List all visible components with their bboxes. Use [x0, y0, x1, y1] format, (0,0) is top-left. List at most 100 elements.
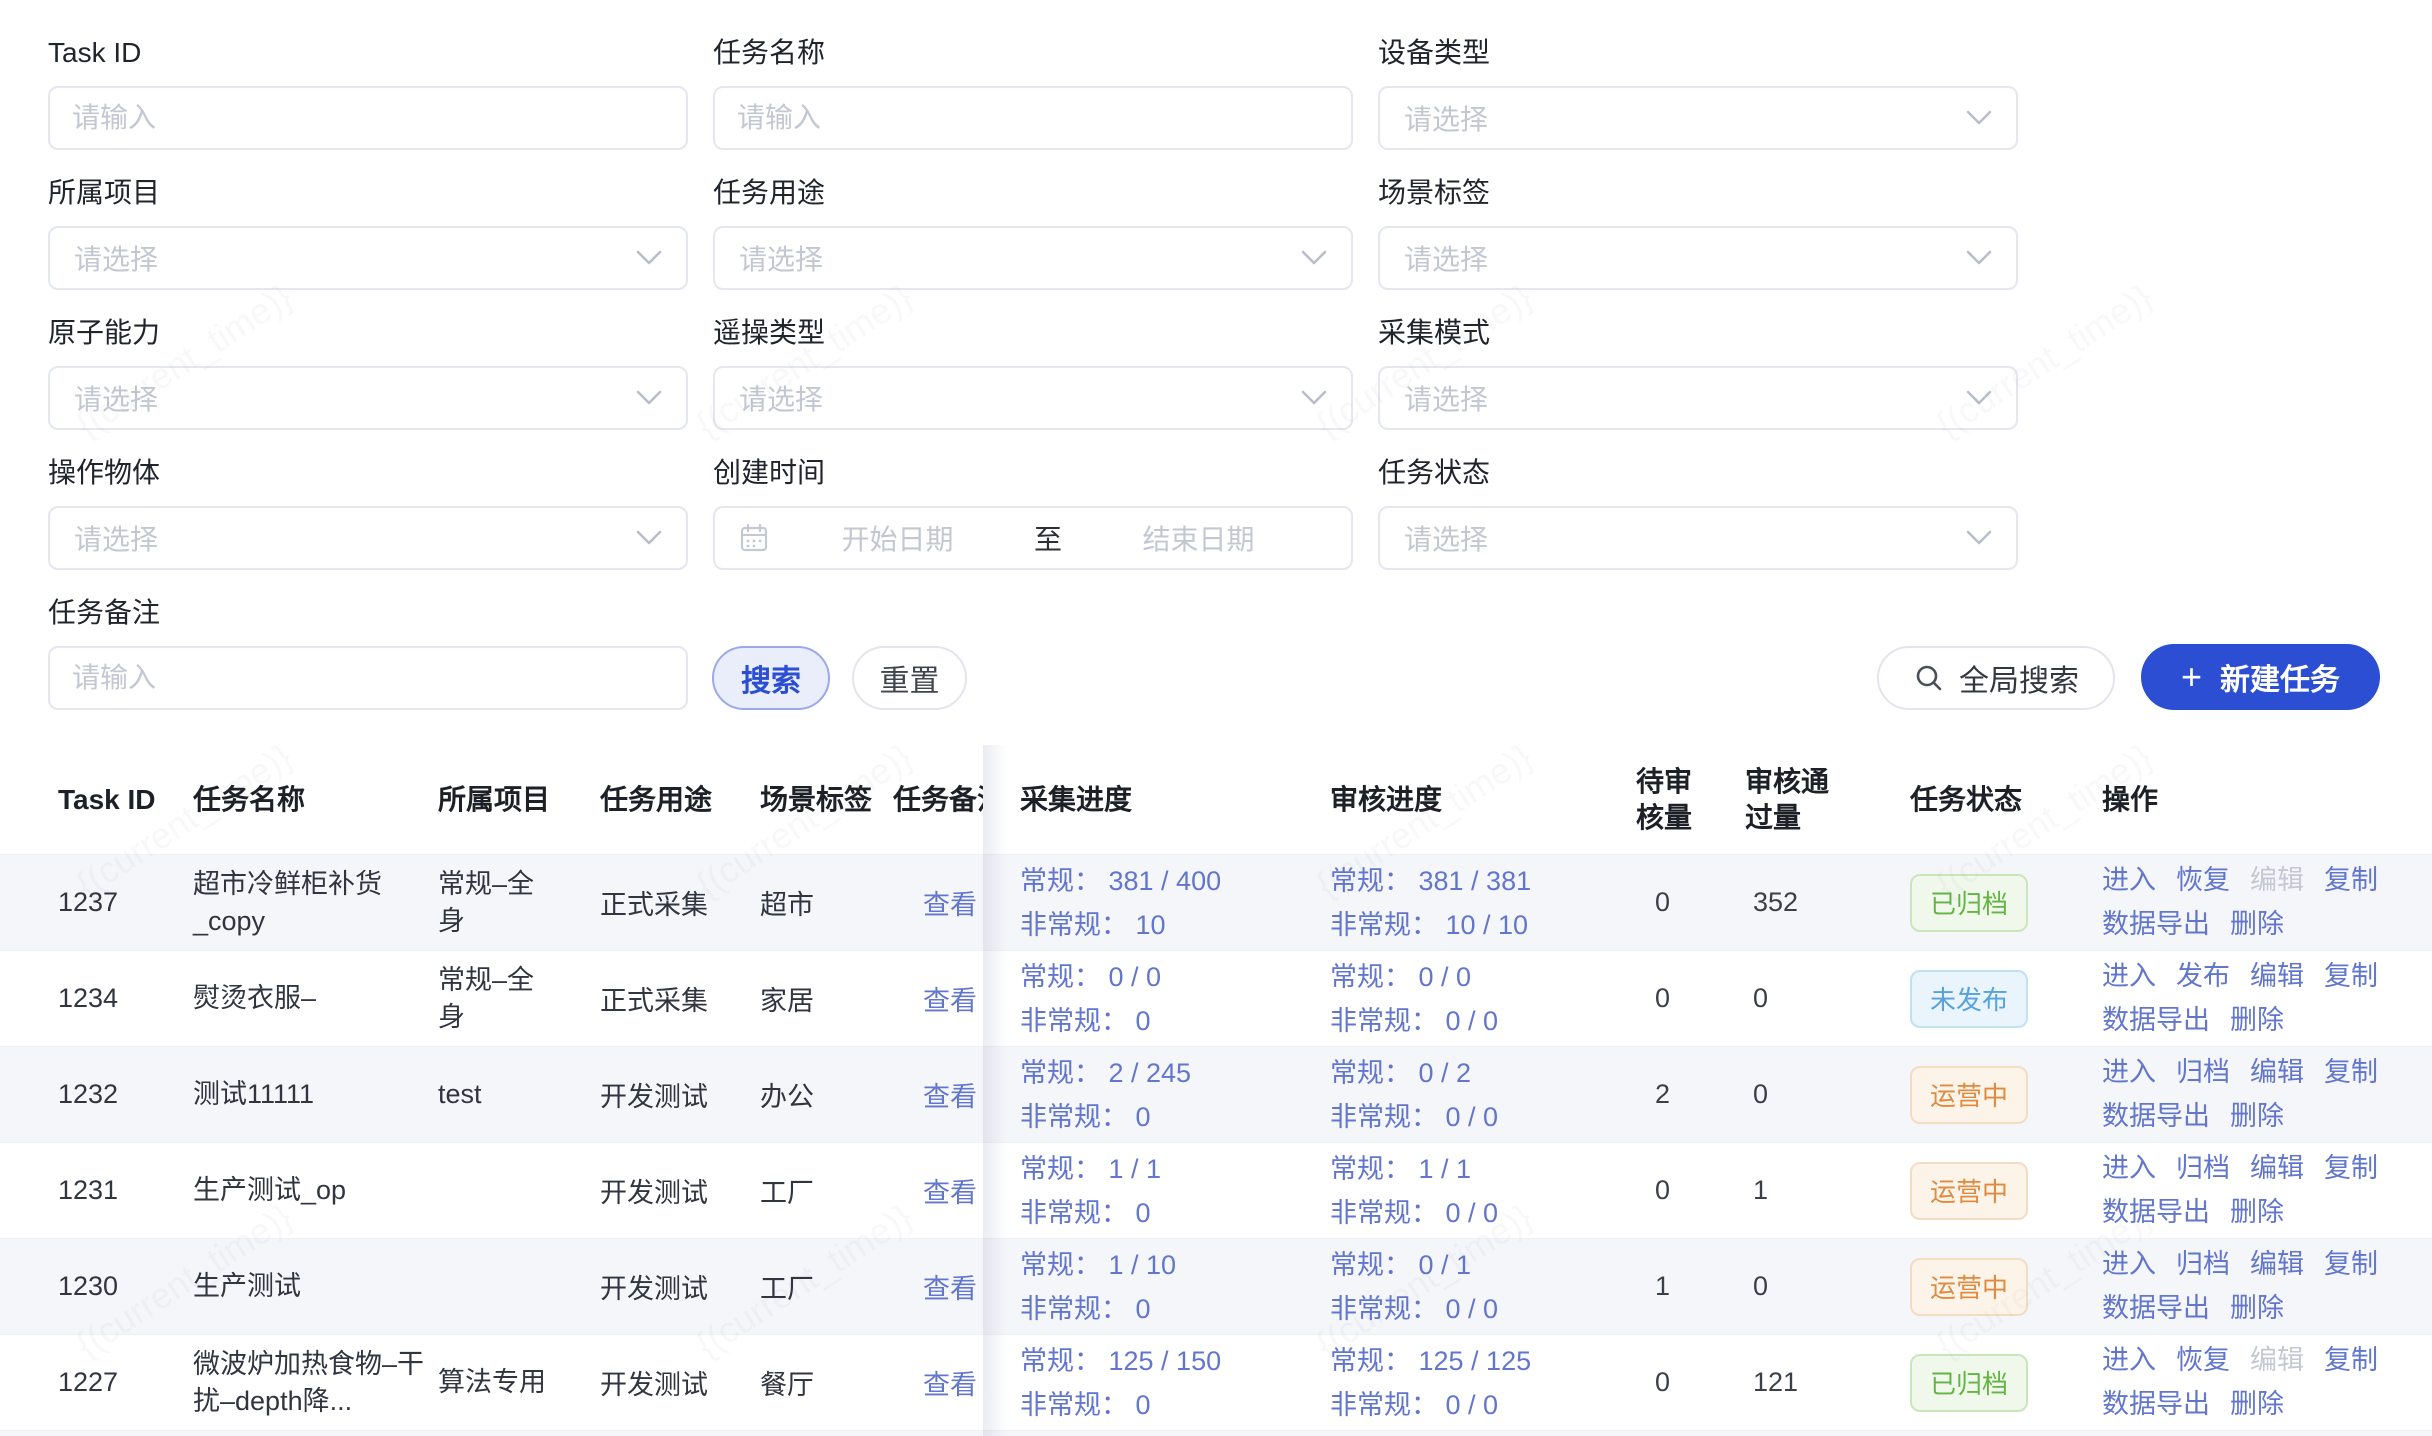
- table-row: 1230生产测试开发测试工厂查看常规： 1 / 10非常规： 0常规： 0 / …: [0, 1239, 2432, 1335]
- cell-task-id: 1231: [58, 1175, 193, 1206]
- action-link[interactable]: 删除: [2230, 1192, 2284, 1233]
- cell-pending-count: 0: [1630, 1175, 1745, 1206]
- filter-select[interactable]: 请选择: [48, 226, 688, 290]
- table-row: 1234熨烫衣服–常规–全身正式采集家居查看常规： 0 / 0非常规： 0常规：…: [0, 951, 2432, 1047]
- cell-actions: 进入恢复编辑复制数据导出删除: [2090, 1340, 2432, 1425]
- action-link[interactable]: 复制: [2324, 1340, 2378, 1381]
- action-link[interactable]: 编辑: [2250, 1244, 2304, 1285]
- cell-approved-count: 1: [1745, 1175, 1910, 1206]
- filter-select[interactable]: 请选择: [713, 366, 1353, 430]
- action-link[interactable]: 复制: [2324, 1052, 2378, 1093]
- action-link[interactable]: 进入: [2102, 860, 2156, 901]
- action-link[interactable]: 归档: [2176, 1148, 2230, 1189]
- cell-scene: 办公: [760, 1075, 893, 1114]
- view-remark-link[interactable]: 查看: [923, 986, 977, 1016]
- reset-button[interactable]: 重置: [852, 646, 967, 710]
- actions-line: 数据导出删除: [2102, 1000, 2432, 1041]
- filter-label: 任务备注: [48, 596, 688, 630]
- action-link[interactable]: 数据导出: [2102, 904, 2210, 945]
- filter-select[interactable]: 请选择: [1378, 226, 2018, 290]
- action-link[interactable]: 归档: [2176, 1244, 2230, 1285]
- cell-task-name: 熨烫衣服–: [193, 980, 438, 1017]
- action-link[interactable]: 复制: [2324, 1148, 2378, 1189]
- column-header-label: 待审核量: [1636, 764, 1696, 836]
- cell-task-id: 1232: [58, 1079, 193, 1110]
- action-link[interactable]: 删除: [2230, 904, 2284, 945]
- action-link[interactable]: 恢复: [2176, 1340, 2230, 1381]
- action-link[interactable]: 数据导出: [2102, 1384, 2210, 1425]
- action-link[interactable]: 编辑: [2250, 1148, 2304, 1189]
- status-badge: 运营中: [1910, 1162, 2028, 1220]
- column-header-3: 所属项目: [438, 782, 600, 818]
- create-task-button[interactable]: + 新建任务: [2141, 644, 2380, 710]
- view-remark-link[interactable]: 查看: [923, 1178, 977, 1208]
- filter-input[interactable]: [48, 646, 688, 710]
- cell-project: test: [438, 1076, 600, 1113]
- filter-select[interactable]: 请选择: [1378, 366, 2018, 430]
- select-placeholder: 请选择: [739, 238, 823, 278]
- review-regular-line: 常规： 0 / 2: [1330, 1051, 1630, 1095]
- filter-grid: Task ID任务名称设备类型请选择所属项目请选择任务用途请选择场景标签请选择原…: [48, 36, 2432, 596]
- filter-select[interactable]: 请选择: [48, 366, 688, 430]
- filter-select[interactable]: 请选择: [1378, 506, 2018, 570]
- action-link[interactable]: 数据导出: [2102, 1096, 2210, 1137]
- filter-label: 所属项目: [48, 176, 688, 210]
- filter-input[interactable]: [48, 86, 688, 150]
- cell-review-progress: 常规： 125 / 125非常规： 0 / 0: [1330, 1339, 1630, 1427]
- action-link[interactable]: 数据导出: [2102, 1288, 2210, 1329]
- search-button[interactable]: 搜索: [712, 646, 830, 710]
- date-range-picker[interactable]: 开始日期至结束日期: [713, 506, 1353, 570]
- column-header-9: 待审核量: [1630, 764, 1696, 836]
- action-link[interactable]: 进入: [2102, 1340, 2156, 1381]
- cell-project: 常规–全身: [438, 866, 600, 940]
- view-remark-link[interactable]: 查看: [923, 1370, 977, 1400]
- action-link[interactable]: 恢复: [2176, 860, 2230, 901]
- action-link[interactable]: 进入: [2102, 1244, 2156, 1285]
- filter-input[interactable]: [713, 86, 1353, 150]
- status-badge: 已归档: [1910, 1354, 2028, 1412]
- cell-task-name: 测试11111: [193, 1076, 438, 1113]
- column-header-label: 任务备注: [893, 784, 983, 815]
- action-link[interactable]: 删除: [2230, 1384, 2284, 1425]
- collect-irregular-line: 非常规： 0: [1020, 999, 1330, 1043]
- view-remark-link[interactable]: 查看: [923, 1082, 977, 1112]
- chevron-down-icon: [636, 250, 662, 266]
- cell-actions: 进入恢复编辑复制数据导出删除: [2090, 860, 2432, 945]
- task-management-page: Task ID任务名称设备类型请选择所属项目请选择任务用途请选择场景标签请选择原…: [0, 0, 2432, 1436]
- action-link[interactable]: 进入: [2102, 1148, 2156, 1189]
- action-link[interactable]: 发布: [2176, 956, 2230, 997]
- column-header-1: Task ID: [58, 782, 193, 818]
- action-link[interactable]: 删除: [2230, 1288, 2284, 1329]
- action-link[interactable]: 复制: [2324, 1244, 2378, 1285]
- table-row: 1232测试11111test开发测试办公查看常规： 2 / 245非常规： 0…: [0, 1047, 2432, 1143]
- chevron-down-icon: [636, 390, 662, 406]
- filter-select[interactable]: 请选择: [713, 226, 1353, 290]
- action-link[interactable]: 数据导出: [2102, 1192, 2210, 1233]
- global-search-button[interactable]: 全局搜索: [1877, 646, 2115, 710]
- cell-actions: 进入归档编辑复制数据导出删除: [2090, 1052, 2432, 1137]
- action-link[interactable]: 复制: [2324, 956, 2378, 997]
- action-link[interactable]: 删除: [2230, 1000, 2284, 1041]
- action-link[interactable]: 数据导出: [2102, 1000, 2210, 1041]
- filter-select[interactable]: 请选择: [1378, 86, 2018, 150]
- cell-status: 运营中: [1910, 1258, 2090, 1316]
- action-link[interactable]: 删除: [2230, 1096, 2284, 1137]
- action-link[interactable]: 进入: [2102, 956, 2156, 997]
- action-link[interactable]: 编辑: [2250, 956, 2304, 997]
- search-icon: [1913, 662, 1945, 694]
- action-link[interactable]: 归档: [2176, 1052, 2230, 1093]
- select-placeholder: 请选择: [74, 518, 158, 558]
- action-link[interactable]: 复制: [2324, 860, 2378, 901]
- action-link[interactable]: 进入: [2102, 1052, 2156, 1093]
- view-remark-link[interactable]: 查看: [923, 1274, 977, 1304]
- cell-collect-progress: 常规： 2 / 245非常规： 0: [983, 1051, 1330, 1139]
- cell-pending-count: 0: [1630, 1367, 1745, 1398]
- view-remark-link[interactable]: 查看: [923, 890, 977, 920]
- action-link[interactable]: 编辑: [2250, 1052, 2304, 1093]
- cell-remark: 查看: [893, 1267, 983, 1306]
- table-body: 1237超市冷鲜柜补货_copy常规–全身正式采集超市查看常规： 381 / 4…: [0, 855, 2432, 1431]
- column-header-label: 操作: [2102, 784, 2158, 815]
- select-placeholder: 请选择: [74, 238, 158, 278]
- filter-select[interactable]: 请选择: [48, 506, 688, 570]
- cell-task-name: 生产测试_op: [193, 1172, 438, 1209]
